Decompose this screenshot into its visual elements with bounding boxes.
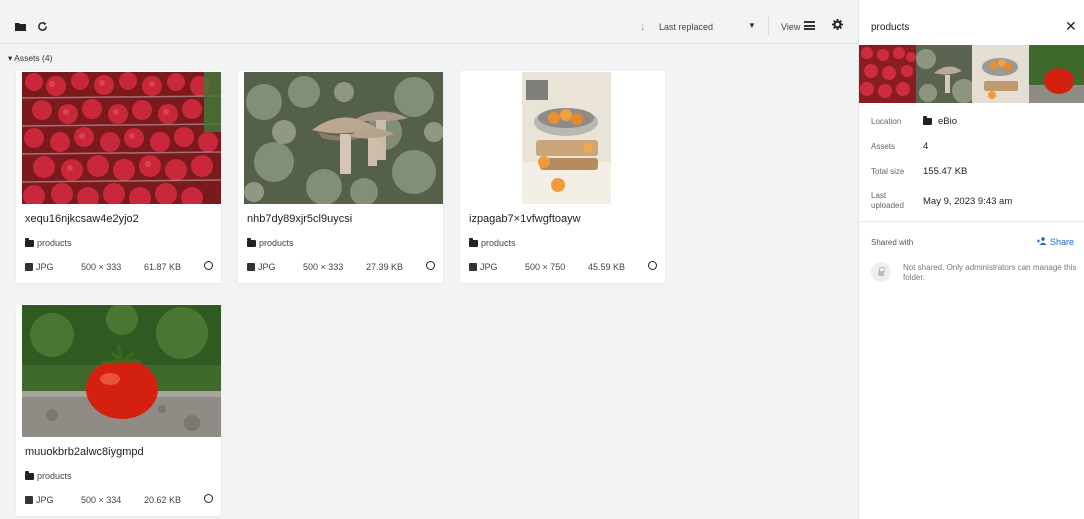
panel-divider: [859, 221, 1084, 222]
preview-thumbnail: [915, 45, 972, 103]
folder-label: products: [37, 238, 72, 248]
location-label: Location: [871, 117, 902, 126]
folder-icon: [923, 116, 932, 125]
refresh-icon[interactable]: [34, 18, 50, 34]
asset-folder[interactable]: products: [25, 470, 72, 481]
asset-name[interactable]: muuokbrb2alwc8iygmpd: [25, 446, 144, 458]
asset-thumbnail[interactable]: [22, 72, 221, 204]
asset-thumbnail[interactable]: [466, 72, 665, 204]
asset-type: JPG: [469, 262, 498, 272]
image-icon: [469, 263, 477, 271]
panel-title: products: [871, 22, 910, 33]
asset-size: 45.59 KB: [588, 262, 626, 272]
shared-with-label: Shared with: [871, 238, 914, 247]
asset-dimensions: 500 × 333: [81, 262, 122, 272]
asset-size: 61.87 KB: [144, 262, 182, 272]
last-uploaded-label: Last uploaded: [871, 191, 904, 211]
asset-type-label: JPG: [36, 495, 54, 505]
preview-thumbnail: [859, 45, 916, 103]
asset-card[interactable]: xequ16njkcsaw4e2yjo2 products JPG 500 × …: [16, 71, 221, 283]
asset-type: JPG: [25, 495, 54, 505]
image-icon: [25, 496, 33, 504]
assets-section-header[interactable]: ▾ Assets (4): [8, 53, 52, 64]
preview-thumbnail: [972, 45, 1029, 103]
last-uploaded-value: May 9, 2023 9:43 am: [923, 196, 1013, 207]
globe-icon[interactable]: [204, 261, 213, 270]
folder-icon[interactable]: [12, 18, 28, 34]
folder-label: products: [259, 238, 294, 248]
close-icon[interactable]: ✕: [1065, 18, 1077, 35]
preview-strip: [859, 45, 1084, 103]
asset-type-label: JPG: [36, 262, 54, 272]
asset-thumbnail[interactable]: [244, 72, 443, 204]
location-name: eBio: [938, 116, 958, 127]
assets-value: 4: [923, 141, 929, 152]
preview-thumbnail: [1028, 45, 1084, 103]
asset-size: 20.62 KB: [144, 495, 182, 505]
gear-icon[interactable]: [832, 19, 843, 33]
asset-size: 27.39 KB: [366, 262, 404, 272]
asset-type: JPG: [247, 262, 276, 272]
asset-dimensions: 500 × 750: [525, 262, 566, 272]
sort-select[interactable]: Last replaced: [659, 22, 713, 32]
list-view-icon[interactable]: [804, 21, 815, 30]
asset-card[interactable]: nhb7dy89xjr5cl9uycsi products JPG 500 × …: [238, 71, 443, 283]
view-button[interactable]: View: [781, 22, 800, 32]
asset-dimensions: 500 × 333: [303, 262, 344, 272]
folder-icon: [25, 237, 34, 247]
folder-label: products: [37, 471, 72, 481]
asset-name[interactable]: nhb7dy89xjr5cl9uycsi: [247, 213, 352, 225]
asset-type: JPG: [25, 262, 54, 272]
asset-name[interactable]: izpagab7×1vfwgftoayw: [469, 213, 581, 225]
asset-folder[interactable]: products: [469, 237, 516, 248]
assets-label: Assets: [871, 142, 896, 151]
image-icon: [247, 263, 255, 271]
folder-icon: [25, 470, 34, 480]
share-button[interactable]: Share: [1037, 237, 1074, 247]
location-value[interactable]: eBio: [923, 116, 957, 127]
asset-type-label: JPG: [258, 262, 276, 272]
chevron-down-icon[interactable]: ▼: [748, 21, 756, 30]
main-area: ↓ Last replaced ▼ View ▾ Assets (4) xequ…: [0, 0, 858, 519]
sort-direction-icon[interactable]: ↓: [640, 21, 646, 33]
globe-icon[interactable]: [648, 261, 657, 270]
total-size-value: 155.47 KB: [923, 166, 968, 177]
asset-type-label: JPG: [480, 262, 498, 272]
asset-thumbnail[interactable]: [22, 305, 221, 437]
folder-label: products: [481, 238, 516, 248]
asset-folder[interactable]: products: [25, 237, 72, 248]
not-shared-message: Not shared. Only administrators can mana…: [903, 263, 1077, 282]
asset-card[interactable]: izpagab7×1vfwgftoayw products JPG 500 × …: [460, 71, 665, 283]
folder-icon: [247, 237, 256, 247]
last-uploaded-label-line1: Last: [871, 191, 887, 200]
image-icon: [25, 263, 33, 271]
asset-card[interactable]: muuokbrb2alwc8iygmpd products JPG 500 × …: [16, 304, 221, 516]
add-user-icon: [1037, 237, 1047, 247]
total-size-label: Total size: [871, 167, 905, 176]
last-uploaded-label-line2: uploaded: [871, 201, 904, 210]
share-label: Share: [1050, 237, 1075, 247]
asset-folder[interactable]: products: [247, 237, 294, 248]
globe-icon[interactable]: [204, 494, 213, 503]
folder-icon: [469, 237, 478, 247]
toolbar-divider: [768, 16, 769, 36]
asset-name[interactable]: xequ16njkcsaw4e2yjo2: [25, 213, 139, 225]
asset-dimensions: 500 × 334: [81, 495, 122, 505]
globe-icon[interactable]: [426, 261, 435, 270]
lock-icon: [871, 262, 891, 282]
details-panel: products ✕ Location eBio Assets 4 Total …: [858, 0, 1084, 519]
toolbar: ↓ Last replaced ▼ View: [0, 10, 858, 44]
